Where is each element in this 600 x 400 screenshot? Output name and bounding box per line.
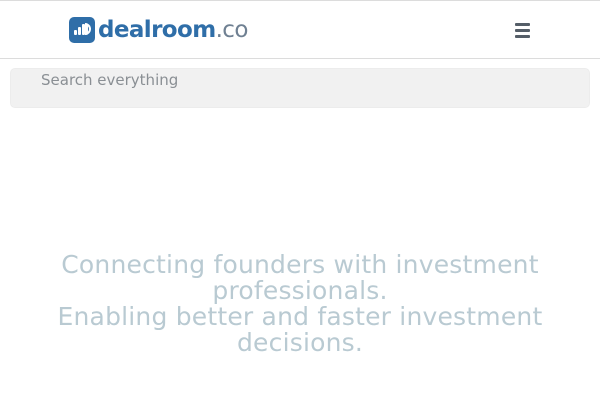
tagline-line-2: Enabling better and faster investment de…	[57, 302, 543, 357]
tagline: Connecting founders with investment prof…	[0, 252, 600, 356]
hamburger-menu-icon	[514, 22, 530, 38]
menu-button[interactable]	[507, 17, 537, 43]
search-input[interactable]	[11, 69, 589, 91]
tagline-line-1: Connecting founders with investment prof…	[61, 250, 539, 305]
logo-wordmark: dealroom.co	[98, 17, 248, 43]
search-bar	[10, 68, 590, 108]
logo-wordmark-tld: .co	[215, 17, 249, 43]
dealroom-logo-mark-icon	[69, 17, 95, 43]
logo-wordmark-main: dealroom	[98, 17, 216, 43]
dealroom-logo[interactable]: dealroom.co	[69, 17, 248, 43]
top-navigation-bar: dealroom.co	[0, 0, 600, 59]
